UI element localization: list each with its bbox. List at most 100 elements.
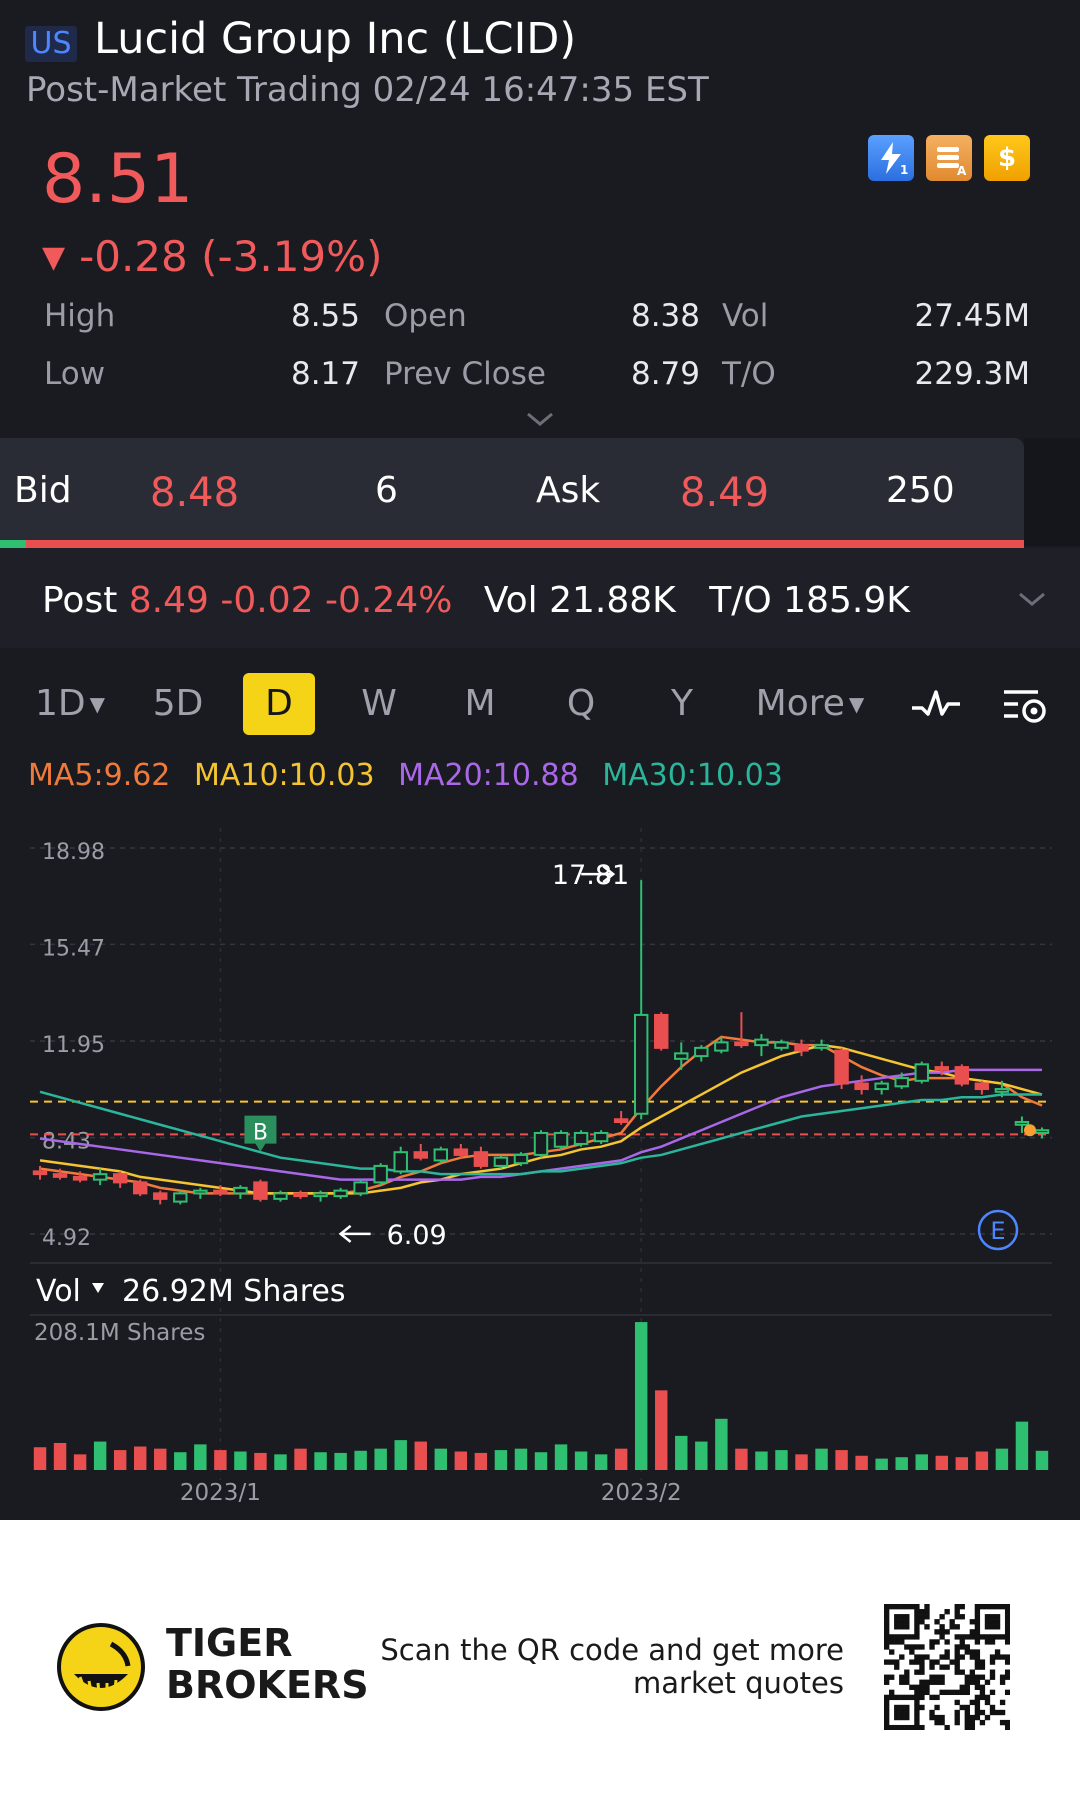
- down-arrow-icon: ▼: [42, 240, 66, 275]
- qr-module: [964, 1714, 970, 1721]
- dollar-icon[interactable]: $: [984, 135, 1030, 181]
- volume-bar: [434, 1448, 448, 1470]
- qr-module: [894, 1634, 900, 1640]
- qr-module: [919, 1664, 925, 1670]
- qr-module: [964, 1674, 970, 1680]
- qr-code-icon: [884, 1604, 1010, 1730]
- qr-module: [989, 1704, 996, 1711]
- qr-module: [934, 1694, 940, 1701]
- tab-d[interactable]: D: [243, 673, 315, 735]
- qr-module: [914, 1709, 920, 1716]
- qr-module: [974, 1654, 981, 1660]
- qr-module: [964, 1704, 970, 1711]
- qr-module: [974, 1699, 981, 1706]
- qr-module: [889, 1639, 895, 1645]
- svg-text:A: A: [957, 164, 967, 178]
- qr-module: [899, 1639, 905, 1645]
- candle-body: [734, 1041, 749, 1047]
- qr-module: [1004, 1624, 1010, 1630]
- candlestick-chart[interactable]: 18.9815.4711.958.434.9217.816.09BEVol 26.…: [0, 800, 1080, 1520]
- qr-module: [984, 1634, 991, 1640]
- qr-module: [884, 1639, 890, 1645]
- volume-bar: [634, 1322, 648, 1470]
- tab-m[interactable]: M: [444, 673, 516, 735]
- qr-module: [914, 1724, 920, 1730]
- volume-bar: [835, 1450, 848, 1470]
- qr-module: [984, 1694, 991, 1701]
- qr-module: [884, 1724, 890, 1730]
- qr-module: [954, 1604, 960, 1610]
- candle-body: [513, 1153, 529, 1165]
- qr-module: [949, 1624, 955, 1630]
- qr-module: [984, 1624, 991, 1630]
- qr-module: [914, 1634, 920, 1640]
- qr-module: [904, 1634, 910, 1640]
- qr-module: [899, 1604, 905, 1610]
- qr-module: [899, 1634, 905, 1640]
- qr-module: [894, 1694, 900, 1701]
- stack-icon[interactable]: A: [926, 135, 972, 181]
- qr-module: [964, 1684, 970, 1690]
- tab-y[interactable]: Y: [646, 673, 718, 735]
- volume-bar: [574, 1451, 588, 1470]
- candle-body: [233, 1186, 248, 1195]
- volume-bar: [554, 1444, 568, 1470]
- candle-body: [193, 1189, 208, 1195]
- candle-body: [834, 1049, 849, 1085]
- qr-module: [969, 1619, 976, 1625]
- candle-body: [754, 1038, 769, 1047]
- qr-module: [969, 1724, 976, 1730]
- qr-module: [884, 1609, 890, 1615]
- qr-module: [1004, 1629, 1010, 1635]
- tab-5d[interactable]: 5D: [142, 673, 214, 735]
- tab-q[interactable]: Q: [545, 673, 617, 735]
- qr-module: [894, 1624, 900, 1630]
- candle-body: [1034, 1129, 1050, 1134]
- expand-chevron-icon[interactable]: [522, 404, 558, 434]
- qr-module: [934, 1619, 940, 1625]
- qr-module: [944, 1609, 950, 1615]
- post-vol: 21.88K: [549, 580, 676, 621]
- candle-body: [433, 1148, 449, 1162]
- volume-bar: [214, 1450, 227, 1470]
- qr-module: [1004, 1669, 1010, 1675]
- qr-module: [939, 1719, 945, 1726]
- qr-module: [929, 1659, 935, 1665]
- qr-module: [899, 1694, 905, 1701]
- tab-1d[interactable]: 1D ▼: [30, 673, 110, 735]
- qr-module: [884, 1674, 890, 1680]
- qr-module: [944, 1724, 950, 1730]
- post-expand-chevron-icon[interactable]: [1014, 584, 1050, 614]
- qr-module: [909, 1604, 915, 1610]
- qr-module: [914, 1604, 920, 1610]
- chart-settings-icon[interactable]: [1000, 684, 1048, 726]
- post-turnover-label: T/O: [709, 580, 772, 621]
- volume-bar: [695, 1441, 708, 1470]
- qr-module: [889, 1674, 895, 1680]
- qr-module: [959, 1654, 965, 1660]
- qr-module: [994, 1649, 1001, 1655]
- candle-body: [954, 1066, 970, 1085]
- tab-w[interactable]: W: [343, 673, 415, 735]
- qr-module: [884, 1704, 890, 1711]
- candle-body: [894, 1077, 909, 1088]
- ask-price: 8.49: [680, 470, 770, 516]
- indicator-wave-icon[interactable]: [910, 684, 962, 724]
- qr-module: [1004, 1719, 1010, 1726]
- lightning-icon[interactable]: 1: [868, 135, 914, 181]
- qr-module: [974, 1704, 981, 1711]
- tab-more[interactable]: More ▼: [752, 673, 868, 735]
- qr-module: [989, 1659, 996, 1665]
- qr-module: [1004, 1654, 1010, 1660]
- y-axis-tick-label: 11.95: [42, 1033, 105, 1058]
- qr-module: [899, 1624, 905, 1630]
- low-arrow-icon: [338, 1224, 371, 1243]
- qr-module: [964, 1679, 970, 1685]
- qr-module: [884, 1624, 890, 1630]
- qr-module: [964, 1689, 970, 1696]
- qr-module: [954, 1614, 960, 1620]
- qr-module: [974, 1614, 981, 1620]
- qr-module: [999, 1674, 1006, 1680]
- qr-module: [904, 1724, 910, 1730]
- candle-body: [854, 1082, 869, 1091]
